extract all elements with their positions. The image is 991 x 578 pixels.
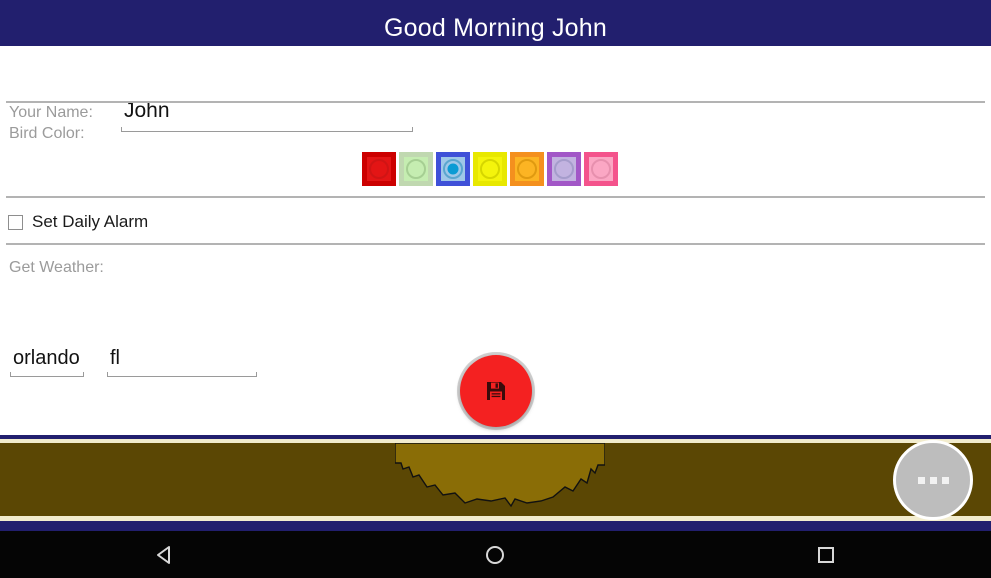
scene-bottom-band — [0, 521, 991, 531]
page-title: Good Morning John — [384, 14, 607, 42]
bird-color-swatch-orange[interactable] — [510, 152, 544, 186]
overflow-menu-button[interactable] — [893, 440, 973, 520]
swatch-selected-dot-icon — [447, 163, 459, 175]
save-button[interactable] — [460, 355, 532, 427]
bird-color-swatch-pink[interactable] — [584, 152, 618, 186]
overflow-dots-icon — [929, 476, 937, 484]
set-daily-alarm-checkbox[interactable] — [8, 214, 23, 230]
get-weather-label: Get Weather: — [9, 259, 104, 276]
section-divider — [6, 101, 985, 103]
save-floppy-icon — [487, 382, 505, 400]
bird-nest-shape — [395, 443, 605, 508]
form-content: Your Name: John Bird Color: Set Daily Al… — [0, 46, 991, 435]
section-divider — [6, 196, 985, 198]
swatch-ring-icon — [591, 159, 611, 179]
app-window: Good Morning John Your Name: John Bird C… — [0, 0, 991, 578]
bird-color-swatch-red[interactable] — [362, 152, 396, 186]
app-title-bar: Good Morning John — [0, 0, 991, 46]
weather-city-value: orlando — [13, 347, 80, 369]
section-divider — [6, 243, 985, 245]
nav-home-button[interactable] — [450, 531, 540, 578]
bird-color-swatch-yellow[interactable] — [473, 152, 507, 186]
bird-color-swatch-blue[interactable] — [436, 152, 470, 186]
bird-color-swatch-purple[interactable] — [547, 152, 581, 186]
swatch-ring-icon — [369, 159, 389, 179]
android-navigation-bar — [0, 531, 991, 578]
swatch-ring-icon — [480, 159, 500, 179]
home-circle-icon — [486, 545, 505, 564]
bird-color-radio-group — [362, 152, 618, 188]
bird-color-swatch-green[interactable] — [399, 152, 433, 186]
swatch-ring-icon — [406, 159, 426, 179]
your-name-label: Your Name: — [9, 104, 93, 121]
weather-state-value: fl — [110, 347, 120, 369]
weather-city-input[interactable]: orlando — [10, 345, 84, 377]
swatch-ring-icon — [554, 159, 574, 179]
nav-back-button[interactable] — [120, 531, 210, 578]
recents-square-icon — [817, 546, 834, 563]
overflow-dots-icon — [941, 476, 949, 484]
back-triangle-icon — [157, 545, 171, 564]
nav-recents-button[interactable] — [781, 531, 871, 578]
set-daily-alarm-label: Set Daily Alarm — [32, 212, 149, 231]
input-underline — [121, 127, 413, 132]
weather-state-input[interactable]: fl — [107, 345, 257, 377]
overflow-dots-icon — [917, 476, 925, 484]
swatch-ring-icon — [517, 159, 537, 179]
input-underline — [10, 372, 84, 377]
input-underline — [107, 372, 257, 377]
bird-scene — [0, 435, 991, 531]
bird-color-label: Bird Color: — [9, 125, 85, 142]
set-daily-alarm-row[interactable]: Set Daily Alarm — [8, 210, 148, 234]
